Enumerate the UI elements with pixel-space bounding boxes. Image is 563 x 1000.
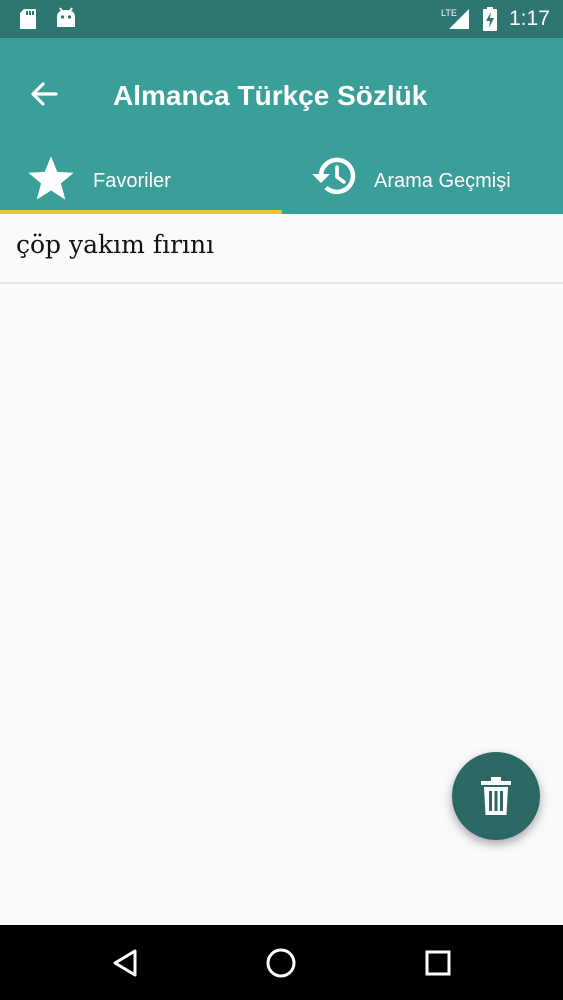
status-bar: LTE 1:17 bbox=[0, 0, 563, 38]
star-icon bbox=[25, 154, 77, 209]
tab-favorites[interactable]: Favoriler bbox=[0, 142, 282, 214]
battery-charging-icon bbox=[482, 7, 498, 36]
history-icon bbox=[309, 154, 357, 203]
android-icon bbox=[55, 7, 77, 34]
back-triangle-icon bbox=[113, 949, 137, 977]
nav-home-button[interactable] bbox=[263, 945, 299, 981]
recents-square-icon bbox=[425, 950, 451, 976]
network-label: LTE bbox=[441, 8, 457, 18]
app-bar: Almanca Türkçe Sözlük Favoriler Arama Ge… bbox=[0, 38, 563, 214]
nav-back-button[interactable] bbox=[107, 945, 143, 981]
tab-bar: Favoriler Arama Geçmişi bbox=[0, 142, 563, 214]
back-button[interactable] bbox=[22, 76, 66, 112]
signal-icon: LTE bbox=[441, 7, 471, 36]
navigation-bar bbox=[0, 925, 563, 1000]
delete-all-button[interactable] bbox=[452, 752, 540, 840]
tab-search-history[interactable]: Arama Geçmişi bbox=[282, 142, 563, 214]
list-item-text: çöp yakım fırını bbox=[16, 230, 215, 259]
arrow-back-icon bbox=[31, 82, 58, 106]
trash-icon bbox=[481, 777, 511, 815]
tab-favorites-label: Favoriler bbox=[93, 170, 171, 192]
sd-card-icon bbox=[18, 8, 38, 35]
page-title: Almanca Türkçe Sözlük bbox=[113, 80, 428, 111]
home-circle-icon bbox=[266, 948, 296, 978]
favorites-list: çöp yakım fırını bbox=[0, 214, 563, 284]
list-item[interactable]: çöp yakım fırını bbox=[0, 214, 563, 284]
clock: 1:17 bbox=[509, 7, 550, 30]
tab-search-history-label: Arama Geçmişi bbox=[374, 170, 511, 192]
nav-recents-button[interactable] bbox=[420, 945, 456, 981]
